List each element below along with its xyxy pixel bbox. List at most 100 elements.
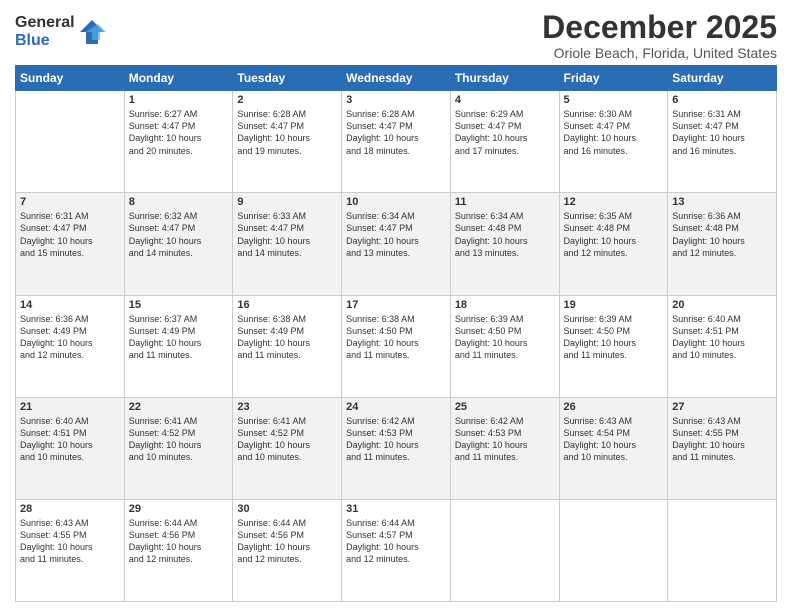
day-number: 20 <box>672 299 772 311</box>
day-cell: 11 Sunrise: 6:34 AM Sunset: 4:48 PM Dayli… <box>450 193 559 295</box>
day-cell: 23 Sunrise: 6:41 AM Sunset: 4:52 PM Dayli… <box>233 397 342 499</box>
day-info: Sunrise: 6:37 AM Sunset: 4:49 PM Dayligh… <box>129 313 229 362</box>
day-cell: 20Sunrise: 6:40 AM Sunset: 4:51 PM Dayli… <box>668 295 777 397</box>
day-number: 25 <box>455 401 555 413</box>
day-cell: 8Sunrise: 6:32 AM Sunset: 4:47 PM Daylig… <box>124 193 233 295</box>
day-info: Sunrise: 6:39 AM Sunset: 4:50 PM Dayligh… <box>455 313 555 362</box>
month-title: December 2025 <box>542 10 777 45</box>
day-info: Sunrise: 6:38 AM Sunset: 4:50 PM Dayligh… <box>346 313 446 362</box>
day-info: Sunrise: 6:31 AM Sunset: 4:47 PM Dayligh… <box>20 210 120 259</box>
day-cell: 4 Sunrise: 6:29 AM Sunset: 4:47 PM Daylig… <box>450 91 559 193</box>
day-number: 5 <box>564 94 664 106</box>
day-info: Sunrise: 6:39 AM Sunset: 4:50 PM Dayligh… <box>564 313 664 362</box>
day-cell: 2 Sunrise: 6:28 AM Sunset: 4:47 PM Daylig… <box>233 91 342 193</box>
calendar-table: SundayMondayTuesdayWednesdayThursdayFrid… <box>15 65 777 602</box>
day-number: 15 <box>129 299 229 311</box>
day-number: 17 <box>346 299 446 311</box>
day-info: Sunrise: 6:38 AM Sunset: 4:49 PM Dayligh… <box>237 313 337 362</box>
day-info: Sunrise: 6:30 AM Sunset: 4:47 PM Dayligh… <box>564 108 664 157</box>
day-info: Sunrise: 6:44 AM Sunset: 4:57 PM Dayligh… <box>346 517 446 566</box>
day-number: 9 <box>237 196 337 208</box>
day-info: Sunrise: 6:41 AM Sunset: 4:52 PM Dayligh… <box>129 415 229 464</box>
day-number: 3 <box>346 94 446 106</box>
day-number: 29 <box>129 503 229 515</box>
day-cell <box>16 91 125 193</box>
day-number: 18 <box>455 299 555 311</box>
day-info: Sunrise: 6:27 AM Sunset: 4:47 PM Dayligh… <box>129 108 229 157</box>
week-row-5: 28Sunrise: 6:43 AM Sunset: 4:55 PM Dayli… <box>16 499 777 601</box>
day-number: 24 <box>346 401 446 413</box>
day-number: 27 <box>672 401 772 413</box>
day-info: Sunrise: 6:34 AM Sunset: 4:48 PM Dayligh… <box>455 210 555 259</box>
day-cell <box>668 499 777 601</box>
day-cell: 1Sunrise: 6:27 AM Sunset: 4:47 PM Daylig… <box>124 91 233 193</box>
day-number: 11 <box>455 196 555 208</box>
day-cell: 5 Sunrise: 6:30 AM Sunset: 4:47 PM Daylig… <box>559 91 668 193</box>
day-cell: 12 Sunrise: 6:35 AM Sunset: 4:48 PM Dayli… <box>559 193 668 295</box>
day-info: Sunrise: 6:42 AM Sunset: 4:53 PM Dayligh… <box>455 415 555 464</box>
week-row-3: 14 Sunrise: 6:36 AM Sunset: 4:49 PM Dayli… <box>16 295 777 397</box>
day-info: Sunrise: 6:36 AM Sunset: 4:48 PM Dayligh… <box>672 210 772 259</box>
day-number: 10 <box>346 196 446 208</box>
day-cell: 7 Sunrise: 6:31 AM Sunset: 4:47 PM Daylig… <box>16 193 125 295</box>
day-cell: 14 Sunrise: 6:36 AM Sunset: 4:49 PM Dayli… <box>16 295 125 397</box>
header: General Blue December 2025 Oriole Beach,… <box>15 10 777 61</box>
day-info: Sunrise: 6:34 AM Sunset: 4:47 PM Dayligh… <box>346 210 446 259</box>
day-info: Sunrise: 6:43 AM Sunset: 4:55 PM Dayligh… <box>672 415 772 464</box>
day-cell: 9 Sunrise: 6:33 AM Sunset: 4:47 PM Daylig… <box>233 193 342 295</box>
day-number: 8 <box>129 196 229 208</box>
day-number: 13 <box>672 196 772 208</box>
logo-blue: Blue <box>15 32 75 50</box>
day-info: Sunrise: 6:43 AM Sunset: 4:55 PM Dayligh… <box>20 517 120 566</box>
day-cell: 19 Sunrise: 6:39 AM Sunset: 4:50 PM Dayli… <box>559 295 668 397</box>
week-row-2: 7 Sunrise: 6:31 AM Sunset: 4:47 PM Daylig… <box>16 193 777 295</box>
day-cell: 22 Sunrise: 6:41 AM Sunset: 4:52 PM Dayli… <box>124 397 233 499</box>
day-cell: 30 Sunrise: 6:44 AM Sunset: 4:56 PM Dayli… <box>233 499 342 601</box>
day-info: Sunrise: 6:40 AM Sunset: 4:51 PM Dayligh… <box>20 415 120 464</box>
subtitle: Oriole Beach, Florida, United States <box>542 45 777 61</box>
day-number: 31 <box>346 503 446 515</box>
day-cell: 27 Sunrise: 6:43 AM Sunset: 4:55 PM Dayli… <box>668 397 777 499</box>
weekday-header-tuesday: Tuesday <box>233 66 342 91</box>
day-cell: 6Sunrise: 6:31 AM Sunset: 4:47 PM Daylig… <box>668 91 777 193</box>
day-number: 7 <box>20 196 120 208</box>
day-number: 19 <box>564 299 664 311</box>
day-info: Sunrise: 6:33 AM Sunset: 4:47 PM Dayligh… <box>237 210 337 259</box>
day-info: Sunrise: 6:36 AM Sunset: 4:49 PM Dayligh… <box>20 313 120 362</box>
weekday-header-saturday: Saturday <box>668 66 777 91</box>
logo: General Blue <box>15 14 106 49</box>
day-cell: 10 Sunrise: 6:34 AM Sunset: 4:47 PM Dayli… <box>342 193 451 295</box>
day-info: Sunrise: 6:31 AM Sunset: 4:47 PM Dayligh… <box>672 108 772 157</box>
day-number: 4 <box>455 94 555 106</box>
title-block: December 2025 Oriole Beach, Florida, Uni… <box>542 10 777 61</box>
day-cell: 16 Sunrise: 6:38 AM Sunset: 4:49 PM Dayli… <box>233 295 342 397</box>
day-cell: 18 Sunrise: 6:39 AM Sunset: 4:50 PM Dayli… <box>450 295 559 397</box>
day-info: Sunrise: 6:35 AM Sunset: 4:48 PM Dayligh… <box>564 210 664 259</box>
day-number: 23 <box>237 401 337 413</box>
week-row-4: 21Sunrise: 6:40 AM Sunset: 4:51 PM Dayli… <box>16 397 777 499</box>
day-cell <box>559 499 668 601</box>
day-number: 12 <box>564 196 664 208</box>
day-cell: 24Sunrise: 6:42 AM Sunset: 4:53 PM Dayli… <box>342 397 451 499</box>
day-info: Sunrise: 6:28 AM Sunset: 4:47 PM Dayligh… <box>346 108 446 157</box>
day-number: 14 <box>20 299 120 311</box>
logo-general: General <box>15 14 75 32</box>
day-number: 16 <box>237 299 337 311</box>
weekday-header-sunday: Sunday <box>16 66 125 91</box>
day-cell: 17 Sunrise: 6:38 AM Sunset: 4:50 PM Dayli… <box>342 295 451 397</box>
day-info: Sunrise: 6:29 AM Sunset: 4:47 PM Dayligh… <box>455 108 555 157</box>
logo-icon <box>78 18 106 46</box>
weekday-header-wednesday: Wednesday <box>342 66 451 91</box>
day-number: 2 <box>237 94 337 106</box>
weekday-header-row: SundayMondayTuesdayWednesdayThursdayFrid… <box>16 66 777 91</box>
day-number: 30 <box>237 503 337 515</box>
day-info: Sunrise: 6:41 AM Sunset: 4:52 PM Dayligh… <box>237 415 337 464</box>
weekday-header-thursday: Thursday <box>450 66 559 91</box>
day-number: 22 <box>129 401 229 413</box>
day-cell: 15 Sunrise: 6:37 AM Sunset: 4:49 PM Dayli… <box>124 295 233 397</box>
day-cell: 31 Sunrise: 6:44 AM Sunset: 4:57 PM Dayli… <box>342 499 451 601</box>
day-cell: 26Sunrise: 6:43 AM Sunset: 4:54 PM Dayli… <box>559 397 668 499</box>
day-cell <box>450 499 559 601</box>
day-info: Sunrise: 6:44 AM Sunset: 4:56 PM Dayligh… <box>237 517 337 566</box>
day-info: Sunrise: 6:28 AM Sunset: 4:47 PM Dayligh… <box>237 108 337 157</box>
